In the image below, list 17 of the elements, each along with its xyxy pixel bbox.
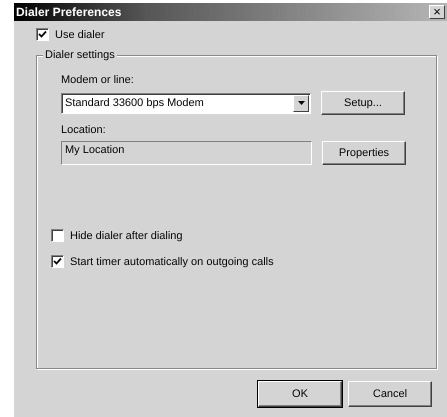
checkbox-label: Hide dialer after dialing — [70, 230, 183, 242]
properties-button[interactable]: Properties — [322, 141, 406, 165]
field-label: Location: — [61, 124, 107, 136]
window-title: Dialer Preferences — [16, 5, 122, 19]
checkbox-label: Use dialer — [55, 28, 105, 40]
checkbox[interactable] — [51, 255, 64, 268]
dialog-button[interactable]: OK — [258, 381, 342, 407]
checkbox[interactable] — [36, 28, 49, 41]
location-field[interactable]: My Location — [61, 141, 312, 165]
modem-dropdown[interactable]: Standard 33600 bps Modem — [61, 92, 311, 114]
dialog-button[interactable]: Cancel — [348, 381, 432, 407]
close-button[interactable]: × — [429, 5, 445, 19]
checkbox-label: Start timer automatically on outgoing calls — [70, 256, 274, 268]
field-label: Modem or line: — [61, 74, 135, 86]
setup-button[interactable]: Setup... — [321, 91, 405, 115]
group-title: Dialer settings — [43, 49, 117, 61]
checkbox[interactable] — [51, 229, 64, 242]
